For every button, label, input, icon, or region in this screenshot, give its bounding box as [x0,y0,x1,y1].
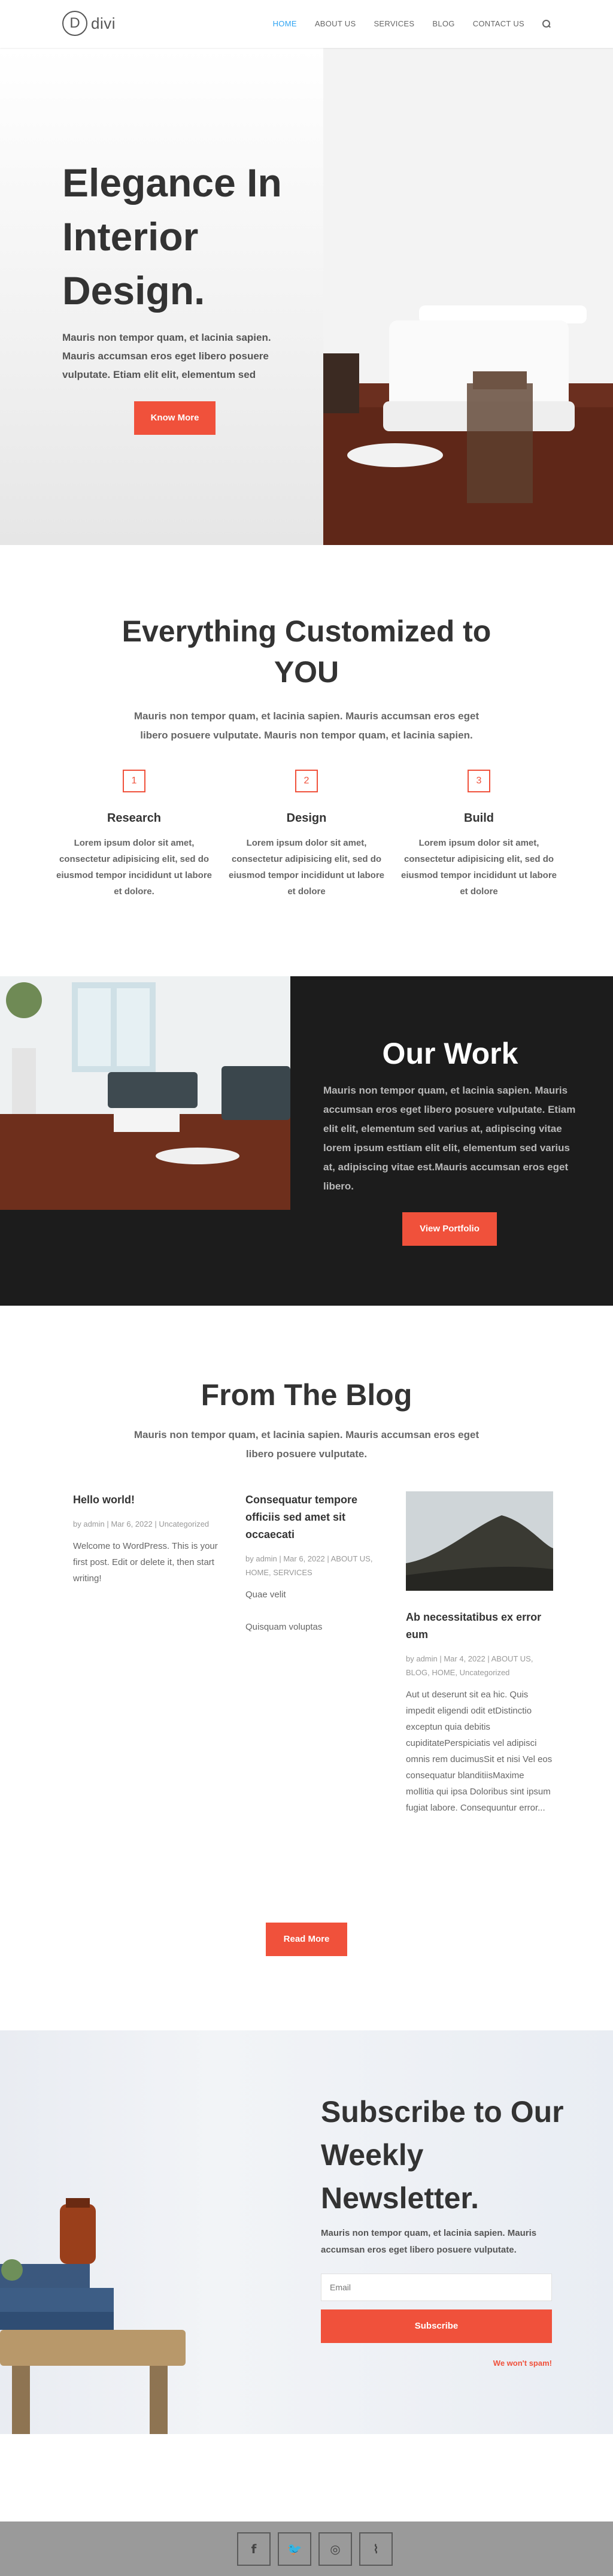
post-title-link[interactable]: Ab necessitatibus ex error eum [406,1609,553,1643]
blog-subtitle: Mauris non tempor quam, et lacinia sapie… [133,1429,480,1460]
post-excerpt: Aut ut deserunt sit ea hic. Quis impedit… [406,1690,553,1813]
feature-text: Lorem ipsum dolor sit amet, consectetur … [56,838,213,897]
newsletter-text: Mauris non tempor quam, et lacinia sapie… [321,2228,537,2255]
nav-services[interactable]: SERVICES [374,19,414,28]
know-more-button[interactable]: Know More [134,401,216,435]
newsletter-section: Subscribe to Our Weekly Newsletter. Maur… [0,2030,613,2434]
feature-title: Design [286,812,327,825]
living-room-image [0,976,290,1210]
blog-post: Hello world! by admin | Mar 6, 2022 | Un… [73,1491,220,1587]
feature-text: Lorem ipsum dolor sit amet, consectetur … [401,838,557,897]
blog-post: Consequatur tempore officiis sed amet si… [245,1491,393,1635]
read-more-button[interactable]: Read More [266,1923,347,1956]
newsletter-title: Subscribe to Our Weekly Newsletter. [321,2095,564,2215]
customized-title: Everything Customized to YOU [122,615,491,689]
feature-text: Lorem ipsum dolor sit amet, consectetur … [229,838,385,897]
feature-design: 2 Design Lorem ipsum dolor sit amet, con… [229,770,384,900]
feature-title: Research [107,812,162,825]
post-excerpt: Welcome to WordPress. This is your first… [73,1541,218,1584]
logo-mark: D [62,11,87,36]
feature-title: Build [464,812,494,825]
feature-number-badge: 1 [123,770,145,792]
feature-number-badge: 3 [468,770,490,792]
hero-text: Mauris non tempor quam, et lacinia sapie… [62,332,271,380]
nav-blog[interactable]: BLOG [432,19,454,28]
subscribe-button[interactable]: Subscribe [321,2309,552,2343]
rss-icon[interactable]: ⌇ [359,2532,393,2566]
hero-title: Elegance In Interior Design. [62,161,282,313]
bedroom-image [323,48,613,545]
blog-post: Ab necessitatibus ex error eum by admin … [406,1491,553,1816]
nav-contact-us[interactable]: CONTACT US [473,19,524,28]
post-meta: by admin | Mar 4, 2022 | ABOUT US, BLOG,… [406,1654,533,1677]
instagram-icon[interactable]: ◎ [318,2532,352,2566]
email-field[interactable] [321,2274,552,2301]
no-spam-note: We won't spam! [493,2359,552,2368]
our-work-title: Our Work [382,1037,518,1070]
customized-subtitle: Mauris non tempor quam, et lacinia sapie… [133,710,480,741]
twitter-icon[interactable]: 🐦 [278,2532,311,2566]
hero-section: Elegance In Interior Design. Mauris non … [0,48,613,545]
nav-home[interactable]: HOME [273,19,297,28]
facebook-icon[interactable]: f [237,2532,271,2566]
view-portfolio-button[interactable]: View Portfolio [402,1212,497,1246]
site-footer: f 🐦 ◎ ⌇ [0,2521,613,2576]
decor-books-image [0,2198,186,2434]
search-icon[interactable] [542,19,551,28]
post-title-link[interactable]: Hello world! [73,1491,220,1509]
feature-number-badge: 2 [295,770,318,792]
our-work-text: Mauris non tempor quam, et lacinia sapie… [323,1085,576,1192]
feature-build: 3 Build Lorem ipsum dolor sit amet, cons… [401,770,557,900]
post-title-link[interactable]: Consequatur tempore officiis sed amet si… [245,1491,393,1543]
site-header: D divi HOME ABOUT US SERVICES BLOG CONTA… [0,0,613,48]
post-excerpt: Quae velit Quisquam voluptas [245,1590,323,1632]
our-work-section: Our Work Mauris non tempor quam, et laci… [0,976,613,1306]
nav-about-us[interactable]: ABOUT US [315,19,356,28]
post-meta: by admin | Mar 6, 2022 | ABOUT US, HOME,… [245,1554,373,1577]
blog-title: From The Blog [201,1378,412,1412]
post-meta: by admin | Mar 6, 2022 | Uncategorized [73,1519,210,1528]
site-logo[interactable]: D divi [62,11,116,36]
main-nav: HOME ABOUT US SERVICES BLOG CONTACT US [273,19,551,28]
social-links: f 🐦 ◎ ⌇ [237,2532,393,2566]
feature-research: 1 Research Lorem ipsum dolor sit amet, c… [56,770,212,900]
logo-text: divi [91,14,116,32]
post-thumbnail[interactable] [406,1491,553,1591]
